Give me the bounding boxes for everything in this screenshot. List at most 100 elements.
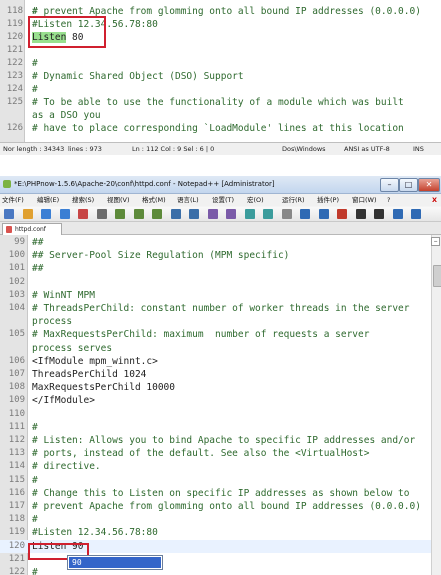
indent-icon[interactable] [318, 209, 329, 219]
vertical-scrollbar[interactable] [431, 235, 441, 575]
code-text: # prevent Apache from glomming onto all … [32, 501, 421, 512]
menu-item[interactable]: 视图(V) [107, 194, 130, 206]
menu-item[interactable]: 文件(F) [2, 194, 24, 206]
menu-item[interactable]: 插件(P) [317, 194, 339, 206]
code-text: ## [32, 263, 44, 275]
line-number: 104 [8, 303, 25, 313]
status-length: Nor length : 34343 [3, 145, 65, 153]
save-icon[interactable] [41, 209, 51, 219]
code-line: 107 ThreadsPerChild 1024 [0, 368, 441, 381]
code-text: </IfModule> [32, 395, 95, 407]
open-icon[interactable] [22, 209, 33, 219]
code-text: # [32, 514, 38, 526]
line-number: 113 [8, 448, 25, 459]
line-number: 123 [6, 71, 23, 81]
code-line: process [0, 315, 441, 328]
autocomplete-popup[interactable]: 90 [67, 555, 163, 570]
print-icon[interactable] [96, 209, 107, 219]
code-line: 105 # MaxRequestsPerChild: maximum number… [0, 328, 441, 341]
menu-item[interactable]: 格式(M) [142, 194, 166, 206]
code-text: # directive. [32, 461, 101, 473]
wrap-icon[interactable] [300, 209, 310, 219]
status-lines: lines : 973 [68, 145, 102, 153]
code-line: 106 <IfModule mpm_winnt.c> [0, 355, 441, 368]
code-line: as a DSO you [0, 109, 441, 122]
code-text: ## [32, 237, 44, 248]
menu-item[interactable]: 设置(T) [212, 194, 234, 206]
menu-item[interactable]: 运行(R) [282, 194, 305, 206]
line-number: 120 [6, 32, 23, 42]
code-text: # To be able to use the functionality of… [32, 97, 404, 108]
cut-icon[interactable] [115, 209, 125, 219]
tab-httpd-conf[interactable]: httpd.conf [2, 223, 62, 235]
play-multi-icon[interactable] [392, 209, 403, 219]
maximize-button[interactable]: □ [399, 178, 418, 192]
menu-item[interactable]: 窗口(W) [352, 194, 377, 206]
code-text: # [32, 567, 38, 575]
menu-item[interactable]: 编辑(E) [37, 194, 59, 206]
menu-item[interactable]: 宏(O) [247, 194, 264, 206]
status-position: Ln : 112 Col : 9 Sel : 6 | 0 [132, 145, 215, 153]
line-number: 101 [8, 263, 25, 274]
copy-icon[interactable] [133, 209, 144, 219]
code-line: 102 [0, 276, 441, 289]
replace-icon[interactable] [226, 209, 236, 219]
code-line: 118 # [0, 513, 441, 526]
menu-item[interactable]: 语言(L) [177, 194, 199, 206]
menu-close-button[interactable]: X [432, 194, 437, 206]
paste-icon[interactable] [152, 209, 162, 219]
title-bar: *E:\PHPnow-1.5.6\Apache-20\conf\httpd.co… [0, 176, 441, 194]
save-all-icon[interactable] [59, 209, 70, 219]
line-number: 112 [8, 435, 25, 445]
line-number: 119 [6, 19, 23, 29]
status-encoding: ANSI as UTF-8 [344, 145, 390, 153]
code-line: 126 # have to place corresponding `LoadMo… [0, 122, 441, 135]
zoom-out-icon[interactable] [263, 209, 273, 219]
code-line: 111 # [0, 421, 441, 434]
undo-icon[interactable] [170, 209, 181, 219]
close-icon[interactable] [78, 209, 88, 219]
code-text: # [32, 421, 38, 433]
code-line: 113 # ports, instead of the default. See … [0, 447, 441, 460]
zoom-in-icon[interactable] [244, 209, 255, 219]
line-number: 117 [8, 501, 25, 511]
code-line: 108 MaxRequestsPerChild 10000 [0, 381, 441, 394]
fold-marker-icon[interactable]: − [431, 237, 440, 246]
code-text: # [32, 84, 38, 95]
line-number: 118 [8, 514, 25, 525]
code-text: process serves [32, 342, 113, 354]
record-icon[interactable] [337, 209, 347, 219]
save-macro-icon[interactable] [411, 209, 421, 219]
code-line: 109 </IfModule> [0, 394, 441, 407]
line-number: 118 [6, 6, 23, 16]
app-icon [3, 180, 11, 188]
menu-item[interactable]: 搜索(S) [72, 194, 94, 206]
find-icon[interactable] [207, 209, 218, 219]
code-line: 101 ## [0, 262, 441, 275]
notepad-plus-plus-window: *E:\PHPnow-1.5.6\Apache-20\conf\httpd.co… [0, 176, 441, 575]
autocomplete-item[interactable]: 90 [69, 557, 161, 568]
code-text: # Listen: Allows you to bind Apache to s… [32, 435, 416, 446]
editor-area[interactable]: 99 ## 100 ## Server-Pool Size Regulation (M… [0, 235, 441, 575]
new-icon[interactable] [4, 209, 14, 219]
line-number: 115 [8, 474, 25, 485]
code-line: 99 ## [0, 236, 441, 249]
close-button[interactable]: ✕ [418, 178, 440, 192]
code-text: # [32, 474, 38, 486]
code-text: ## Server-Pool Size Regulation (MPM spec… [32, 250, 290, 262]
line-number: 99 [14, 237, 25, 247]
stop-icon[interactable] [355, 209, 366, 219]
line-number: 121 [8, 553, 25, 564]
sync-icon[interactable] [281, 209, 292, 219]
code-text: ThreadsPerChild 1024 [32, 369, 147, 380]
redo-icon[interactable] [189, 209, 199, 219]
top-editor-fragment: # prevent Apache from glomming onto all … [0, 0, 441, 142]
code-text: process [32, 316, 73, 328]
minimize-button[interactable]: – [380, 178, 399, 192]
scrollbar-thumb[interactable] [433, 265, 441, 287]
code-line: 124 # [0, 83, 441, 96]
tab-label: httpd.conf [15, 226, 46, 233]
play-icon[interactable] [374, 209, 384, 219]
code-text: MaxRequestsPerChild 10000 [32, 382, 175, 394]
menu-item[interactable]: ? [387, 194, 390, 206]
